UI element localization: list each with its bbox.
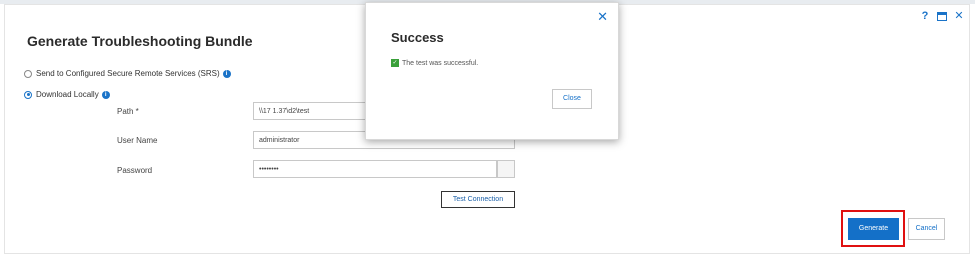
modal-message: ✓ The test was successful. (391, 59, 478, 67)
modal-close-button[interactable]: Close (552, 89, 592, 109)
cancel-button[interactable]: Cancel (908, 218, 945, 240)
dialog-title: Generate Troubleshooting Bundle (27, 33, 253, 49)
srs-label: Send to Configured Secure Remote Service… (36, 69, 220, 78)
close-icon[interactable]: ✕ (953, 10, 965, 22)
modal-title: Success (391, 30, 444, 45)
generate-button[interactable]: Generate (848, 218, 899, 240)
window-controls: ? ✕ (919, 10, 965, 22)
path-label: Path * (117, 107, 139, 116)
maximize-icon[interactable] (937, 11, 947, 21)
download-option[interactable]: Download Locally i (24, 90, 110, 99)
modal-close-icon[interactable]: ✕ (597, 9, 608, 25)
download-radio[interactable] (24, 90, 32, 99)
password-input[interactable]: •••••••• (253, 160, 497, 178)
password-label: Password (117, 166, 153, 175)
download-label: Download Locally (36, 90, 99, 99)
username-label: User Name (117, 136, 158, 145)
modal-message-text: The test was successful. (402, 59, 479, 67)
test-connection-button[interactable]: Test Connection (441, 191, 515, 208)
help-icon[interactable]: ? (919, 10, 931, 22)
info-icon[interactable]: i (222, 69, 231, 78)
success-modal: ✕ Success ✓ The test was successful. Clo… (365, 2, 619, 140)
info-icon[interactable]: i (101, 90, 110, 99)
checkmark-icon: ✓ (391, 59, 399, 67)
password-toggle-button[interactable] (497, 160, 515, 178)
srs-option[interactable]: Send to Configured Secure Remote Service… (24, 69, 231, 78)
srs-radio[interactable] (24, 69, 32, 78)
